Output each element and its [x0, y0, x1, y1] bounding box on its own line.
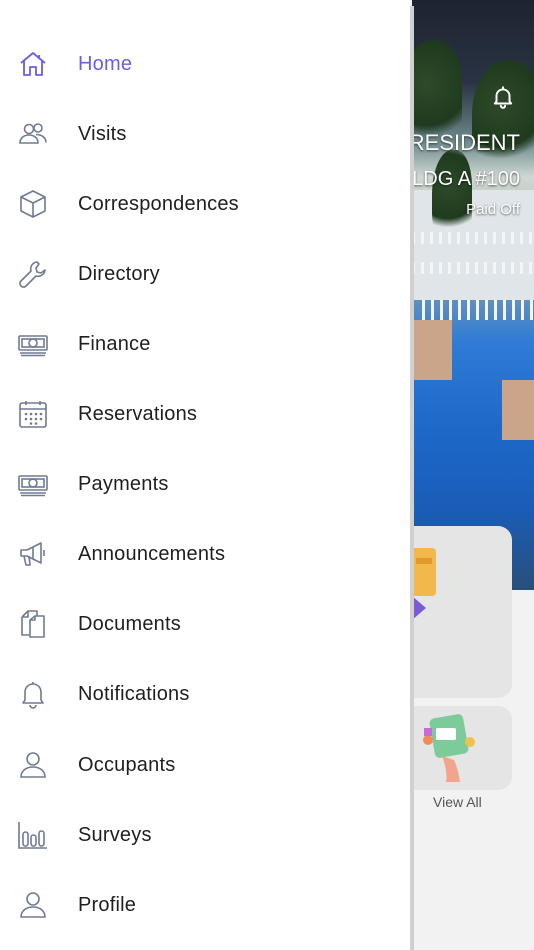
- person-icon: [16, 888, 50, 922]
- unit-label: BLDG A #100: [398, 168, 520, 190]
- documents-icon: [16, 607, 50, 641]
- menu-item-occupants[interactable]: Occupants: [0, 735, 410, 795]
- menu-item-surveys[interactable]: Surveys: [0, 805, 410, 865]
- menu-item-directory[interactable]: Directory: [0, 244, 410, 304]
- menu-item-label: Announcements: [78, 542, 226, 565]
- menu-item-documents[interactable]: Documents: [0, 594, 410, 654]
- menu-item-label: Directory: [78, 262, 160, 285]
- megaphone-icon: [16, 537, 50, 571]
- payment-status: Paid Off: [466, 201, 520, 218]
- menu-item-finance[interactable]: Finance: [0, 314, 410, 374]
- menu-item-label: Documents: [78, 612, 181, 635]
- menu-item-correspondences[interactable]: Correspondences: [0, 174, 410, 234]
- menu-item-label: Payments: [78, 472, 169, 495]
- drawer-divider: [410, 6, 414, 950]
- menu-item-announcements[interactable]: Announcements: [0, 524, 410, 584]
- menu-item-label: Reservations: [78, 402, 198, 425]
- menu-item-label: Correspondences: [78, 192, 239, 215]
- ticket-illustration-icon: [412, 548, 438, 620]
- box-icon: [16, 187, 50, 221]
- menu-item-label: Visits: [78, 122, 127, 145]
- navigation-drawer: Home Visits Correspondences Directory Fi…: [0, 0, 410, 950]
- bar-chart-icon: [16, 818, 50, 852]
- person-icon: [16, 748, 50, 782]
- users-icon: [16, 117, 50, 151]
- menu-item-payments[interactable]: Payments: [0, 454, 410, 514]
- phone-payment-illustration-icon: [422, 712, 478, 782]
- home-icon: [16, 47, 50, 81]
- menu-item-label: Finance: [78, 332, 151, 355]
- menu-item-visits[interactable]: Visits: [0, 104, 410, 164]
- view-all-link[interactable]: View All: [433, 794, 482, 810]
- menu-item-label: Notifications: [78, 682, 190, 705]
- notification-bell-icon[interactable]: [490, 84, 516, 114]
- money-icon: [16, 327, 50, 361]
- wrench-icon: [16, 257, 50, 291]
- menu-item-home[interactable]: Home: [0, 34, 410, 94]
- menu-item-label: Surveys: [78, 823, 152, 846]
- menu-item-label: Home: [78, 52, 133, 75]
- menu-item-label: Profile: [78, 893, 137, 916]
- menu-item-notifications[interactable]: Notifications: [0, 664, 410, 724]
- calendar-icon: [16, 397, 50, 431]
- money-icon: [16, 467, 50, 501]
- bell-icon: [16, 677, 50, 711]
- menu-item-reservations[interactable]: Reservations: [0, 384, 410, 444]
- menu-item-label: Occupants: [78, 753, 176, 776]
- menu-item-profile[interactable]: Profile: [0, 875, 410, 935]
